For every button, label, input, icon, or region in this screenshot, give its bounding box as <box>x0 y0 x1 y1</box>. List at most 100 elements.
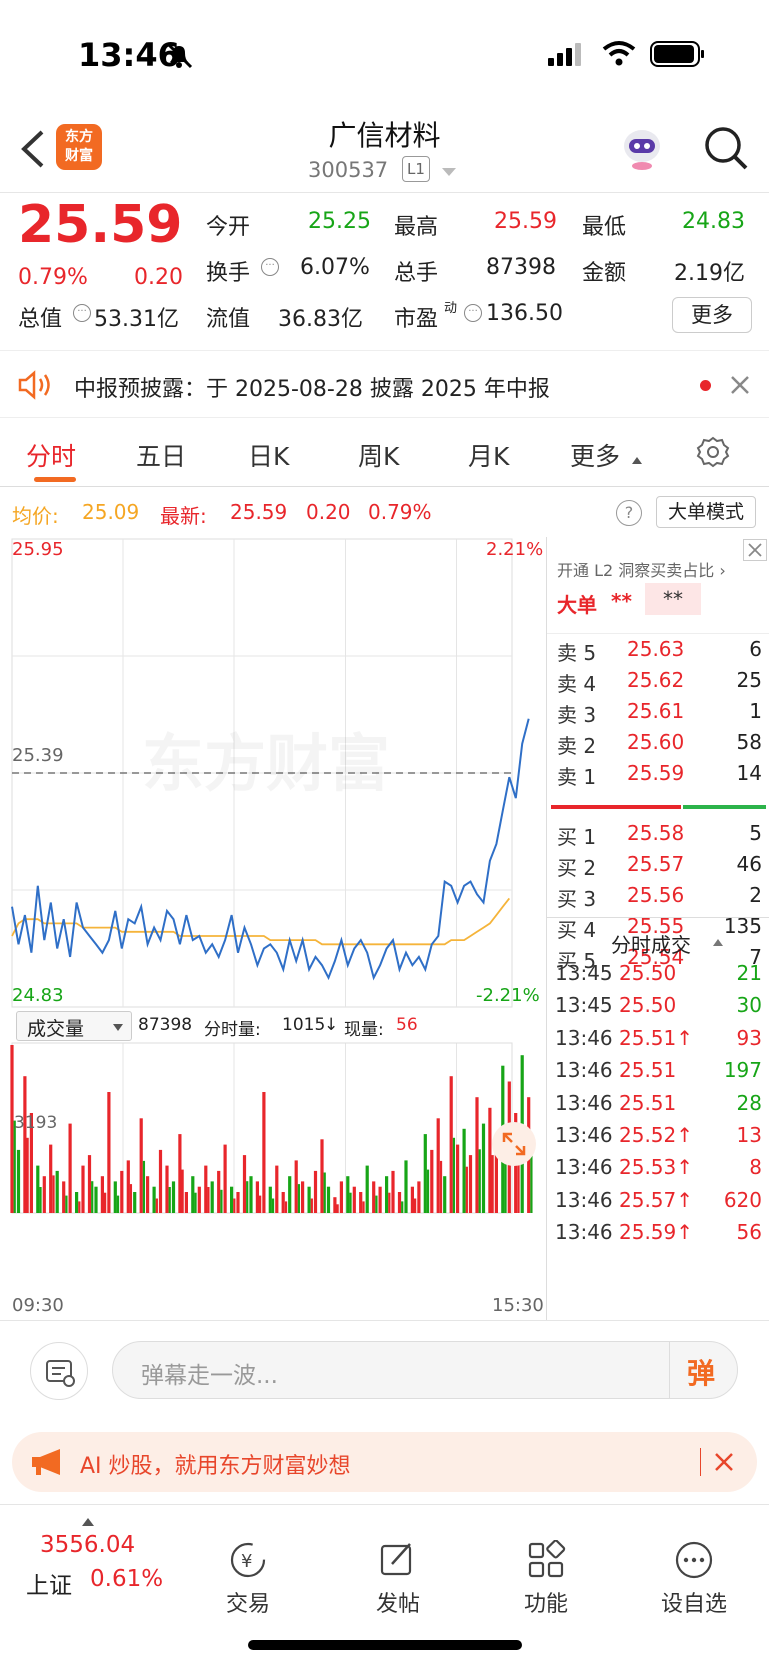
nav-functions-label: 功能 <box>523 1592 568 1617</box>
tab-day-k[interactable]: 日K <box>248 437 289 473</box>
more-button[interactable]: 更多 <box>672 297 752 333</box>
nav-watchlist-label: 设自选 <box>660 1592 727 1617</box>
nav-watchlist[interactable]: 设自选 <box>644 1540 744 1618</box>
chevron-down-icon[interactable] <box>442 168 456 176</box>
volume-bar <box>91 1181 94 1213</box>
volume-bar <box>126 1160 130 1213</box>
amount-label: 金额 <box>582 261 627 286</box>
settings-gear-icon[interactable] <box>696 435 730 469</box>
volume-bar <box>104 1192 107 1213</box>
l2-link[interactable]: 开通 L2 洞察买卖占比 › <box>557 557 726 581</box>
index-name[interactable]: 上证 <box>26 1566 72 1600</box>
grid-apps-icon <box>528 1539 566 1578</box>
time-end-label: 15:30 <box>492 1295 544 1316</box>
current-vol-label: 现量: <box>344 1020 384 1040</box>
index-value[interactable]: 3556.04 <box>40 1532 135 1558</box>
chart-canvas[interactable] <box>0 537 546 1317</box>
bid-price: 25.56 <box>627 883 685 907</box>
tab-indicator <box>34 477 76 482</box>
tick-volume: 8 <box>749 1155 762 1180</box>
volume-bar <box>426 1169 430 1213</box>
volume-bar <box>178 1134 182 1213</box>
turnover-label: 换手 <box>206 261 251 286</box>
amount-value: 2.19亿 <box>674 261 745 286</box>
tab-five-day[interactable]: 五日 <box>136 437 186 473</box>
nav-post[interactable]: 发帖 <box>348 1540 448 1618</box>
volume-max-label: 3193 <box>14 1113 58 1133</box>
expand-button[interactable] <box>492 1122 536 1166</box>
tab-month-k[interactable]: 月K <box>468 437 509 473</box>
ask-row[interactable]: 卖 4 25.62 25 <box>547 668 769 698</box>
tab-intraday[interactable]: 分时 <box>26 437 76 473</box>
volume-selector[interactable]: 成交量 <box>16 1011 132 1041</box>
close-icon[interactable] <box>714 1452 734 1472</box>
ai-ad-banner[interactable]: AI 炒股，就用东方财富妙想 <box>12 1432 757 1492</box>
triangle-up-icon <box>713 939 723 946</box>
volume-bar <box>414 1198 417 1213</box>
level-badge[interactable]: L1 <box>402 156 430 182</box>
home-indicator <box>248 1640 522 1650</box>
tick-price: 25.52↑ <box>619 1123 694 1147</box>
ask-label: 卖 3 <box>557 703 597 727</box>
volume-bar <box>158 1149 163 1213</box>
volume-bar <box>223 1144 227 1213</box>
tick-row: 13:45 25.50 30 <box>547 993 769 1023</box>
tick-volume: 56 <box>736 1220 762 1245</box>
divider <box>0 1504 769 1505</box>
close-icon[interactable] <box>730 375 750 395</box>
info-icon[interactable]: ··· <box>261 258 279 276</box>
info-icon[interactable]: ··· <box>73 304 91 322</box>
volume-bar <box>423 1134 427 1213</box>
info-icon[interactable]: ··· <box>464 304 482 322</box>
intraday-chart[interactable]: 25.95 24.83 2.21% -2.21% 25.39 东方财富 成交量 … <box>0 537 546 1317</box>
notice-text: 中报预披露：于 2025-08-28 披露 2025 年中报 <box>74 377 550 402</box>
volume-bar <box>204 1165 208 1213</box>
bid-row[interactable]: 买 2 25.57 46 <box>547 852 769 882</box>
big-order-mode-button[interactable]: 大单模式 <box>656 496 756 528</box>
more-dots-icon <box>675 1541 713 1579</box>
tick-time: 13:46 <box>555 1090 613 1115</box>
bid-label: 买 4 <box>557 918 597 942</box>
ticks-title[interactable]: 分时成交 <box>611 929 691 958</box>
help-icon[interactable]: ? <box>616 500 642 526</box>
ask-row[interactable]: 卖 1 25.59 14 <box>547 761 769 791</box>
signal-icon <box>548 43 581 66</box>
nav-functions[interactable]: 功能 <box>496 1539 596 1618</box>
volume-bar <box>81 1165 85 1213</box>
volume-bar <box>326 1186 331 1213</box>
robot-assistant-icon[interactable] <box>618 124 666 172</box>
tick-row: 13:46 25.59↑ 56 <box>547 1220 769 1250</box>
tick-row: 13:45 25.50 21 <box>547 961 769 991</box>
notice-bar[interactable]: 中报预披露：于 2025-08-28 披露 2025 年中报 <box>0 350 769 418</box>
volume-bar <box>404 1160 408 1213</box>
volume-bar <box>194 1192 197 1213</box>
expand-icon <box>502 1132 526 1156</box>
volume-bar <box>75 1192 79 1213</box>
tab-more[interactable]: 更多 <box>570 437 620 473</box>
bid-row[interactable]: 买 3 25.56 2 <box>547 883 769 913</box>
volume-bar <box>449 1076 453 1213</box>
nav-trade[interactable]: ¥ 交易 <box>198 1540 298 1618</box>
danmu-input[interactable]: 弹幕走一波... 弹 <box>112 1341 738 1399</box>
volume-bar <box>349 1192 352 1213</box>
ask-row[interactable]: 卖 2 25.60 58 <box>547 730 769 760</box>
tick-volume: 620 <box>723 1187 762 1212</box>
search-icon[interactable] <box>702 124 750 172</box>
volume-bar <box>297 1184 301 1213</box>
interval-vol-label: 分时量: <box>204 1020 261 1040</box>
tab-week-k[interactable]: 周K <box>358 437 399 473</box>
volume-bar <box>397 1192 402 1213</box>
tick-time: 13:46 <box>555 1220 613 1245</box>
bid-row[interactable]: 买 1 25.58 5 <box>547 821 769 851</box>
index-pct[interactable]: 0.61% <box>90 1566 163 1592</box>
close-side-button[interactable] <box>743 539 767 561</box>
tick-volume: 30 <box>736 993 762 1018</box>
volume-bar <box>417 1181 421 1213</box>
ask-row[interactable]: 卖 5 25.63 6 <box>547 637 769 667</box>
danmu-send-button[interactable]: 弹 <box>687 1352 715 1392</box>
volume-bar <box>385 1176 389 1213</box>
danmu-toggle-button[interactable] <box>30 1342 88 1400</box>
volume-bar <box>352 1186 356 1213</box>
volume-bar <box>249 1176 253 1213</box>
ask-row[interactable]: 卖 3 25.61 1 <box>547 699 769 729</box>
